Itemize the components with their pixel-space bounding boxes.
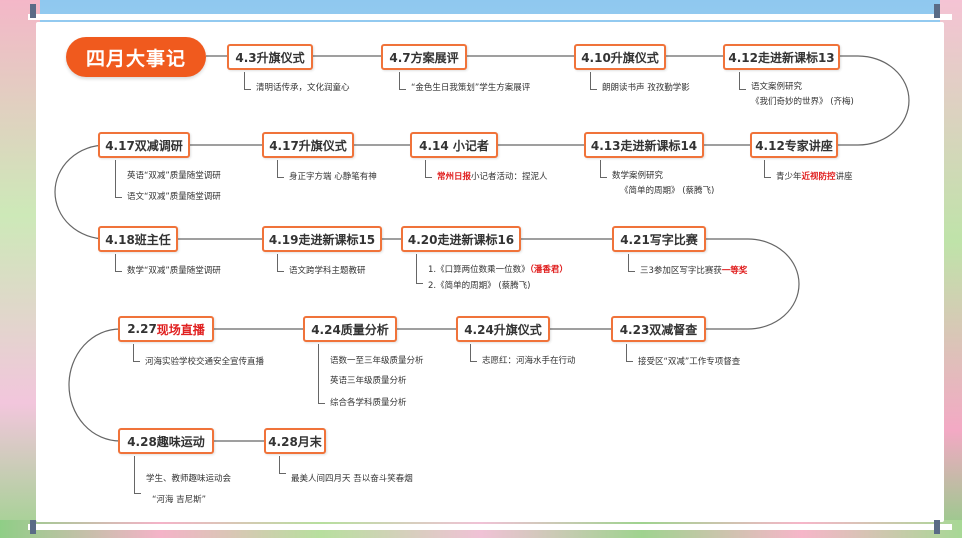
desc-4-13-line1: 数学案例研究 [612,171,664,181]
node-4-28-month-end: 4.28月末 [264,428,326,454]
frame-corner-br [934,520,940,534]
bracket [399,72,406,90]
node-2-27-highlight: 现场直播 [156,322,205,337]
node-4-7-plan-review: 4.7方案展评 [381,44,467,70]
node-4-18-head-teacher: 4.18班主任 [98,226,178,252]
node-2-27-date: 2.27 [127,322,157,336]
node-2-27-live-broadcast: 2.27 现场直播 [118,316,214,342]
desc-4-28-line1: 学生、教师趣味运动会 [146,474,232,484]
node-4-10-flag-ceremony: 4.10升旗仪式 [574,44,666,70]
bracket [590,72,597,90]
frame-corner-bl [30,520,36,534]
desc-4-20-line2: 2.《简单的周期》 (蔡腾飞) [428,281,531,291]
bracket [626,344,633,362]
bracket [416,254,423,284]
bracket [244,72,251,90]
desc-4-12-lecture-pre: 青少年 [776,172,802,182]
bracket [133,344,140,362]
node-4-17-double-reduction-survey: 4.17双减调研 [98,132,190,158]
bracket [470,344,477,362]
bracket [628,254,635,272]
desc-4-19: 语文跨学科主题教研 [289,266,366,276]
node-4-14-young-reporter: 4.14 小记者 [410,132,498,158]
frame-corner-tl [30,4,36,18]
bracket [279,456,286,474]
desc-4-23: 接受区“双减”工作专项督查 [638,357,741,367]
node-4-19-new-curriculum-15: 4.19走进新课标15 [262,226,382,252]
desc-4-24-line1: 语数一至三年级质量分析 [330,356,424,366]
node-4-20-new-curriculum-16: 4.20走进新课标16 [401,226,521,252]
node-4-24-quality-analysis: 4.24质量分析 [303,316,397,342]
frame-corner-tr [934,4,940,18]
desc-4-12-lecture-post: 讲座 [835,172,853,182]
desc-4-20-line1: 1.《口算两位数乘一位数》（潘香君） [428,263,568,278]
desc-2-27: 河海实验学校交通安全宣传直播 [145,357,265,367]
bracket [277,254,284,272]
desc-4-13-line2: 《简单的周期》 (蔡腾飞) [620,186,715,196]
desc-4-14-highlight: 常州日报 [437,172,472,182]
desc-4-12-line1: 语文案例研究 [751,82,803,92]
node-4-21-writing-contest: 4.21写字比赛 [612,226,706,252]
desc-4-28-line2: “河海 吉尼斯” [152,495,207,505]
desc-4-12-lecture: 青少年近视防控讲座 [776,170,853,185]
node-4-17-flag-ceremony: 4.17升旗仪式 [262,132,354,158]
bracket [134,456,141,494]
bracket [277,160,284,178]
bracket [425,160,432,178]
desc-4-24-volunteer: 志愿红：河海水手在行动 [482,356,576,366]
desc-4-7: “金色生日我策划”学生方案展评 [411,83,531,93]
desc-4-17-english: 英语“双减”质量随堂调研 [127,171,221,181]
desc-4-24-line3: 综合各学科质量分析 [330,398,407,408]
desc-4-28-month-end: 最美人间四月天 吾以奋斗笑春烟 [291,474,413,484]
desc-4-18: 数学“双减”质量随堂调研 [127,266,221,276]
desc-4-10: 朗朗读书声 孜孜勤学影 [602,83,690,93]
frame-top-bar [28,14,952,20]
desc-4-21: 三3参加区写字比赛获一等奖 [640,264,747,279]
node-4-13-new-curriculum-14: 4.13走进新课标14 [584,132,704,158]
desc-4-21-pre: 三3参加区写字比赛获 [640,266,722,276]
desc-4-20-line1-title: 1.《口算两位数乘一位数》 [428,265,530,275]
bracket [318,344,325,404]
node-4-12-new-curriculum-13: 4.12走进新课标13 [723,44,840,70]
bracket [115,254,122,272]
desc-4-20-line1-teacher: （潘香君） [529,265,568,275]
desc-4-3: 清明话传承，文化润童心 [256,83,350,93]
bracket [600,160,607,178]
node-4-28-fun-sports: 4.28趣味运动 [118,428,214,454]
frame-bottom-bar [28,524,952,530]
bracket [739,72,746,90]
node-4-24-flag-ceremony: 4.24升旗仪式 [456,316,550,342]
node-4-12-expert-lecture: 4.12专家讲座 [750,132,838,158]
page-title: 四月大事记 [66,37,206,77]
background-flowers-left [0,0,40,538]
desc-4-21-award: 一等奖 [721,266,748,276]
desc-4-14: 常州日报小记者活动：捏泥人 [437,170,548,185]
desc-4-12-lecture-highlight: 近视防控 [801,172,836,182]
node-4-23-double-reduction-inspection: 4.23双减督查 [611,316,706,342]
bracket [764,160,771,178]
desc-4-17-chinese: 语文“双减”质量随堂调研 [127,192,221,202]
desc-4-17-calligraphy: 身正字方端 心静笔有神 [289,172,377,182]
desc-4-12-line2: 《我们奇妙的世界》 (齐梅) [751,97,854,107]
node-4-3-flag-ceremony: 4.3升旗仪式 [227,44,313,70]
desc-4-14-rest: 小记者活动：捏泥人 [471,172,548,182]
desc-4-24-line2: 英语三年级质量分析 [330,376,407,386]
bracket [115,160,122,198]
